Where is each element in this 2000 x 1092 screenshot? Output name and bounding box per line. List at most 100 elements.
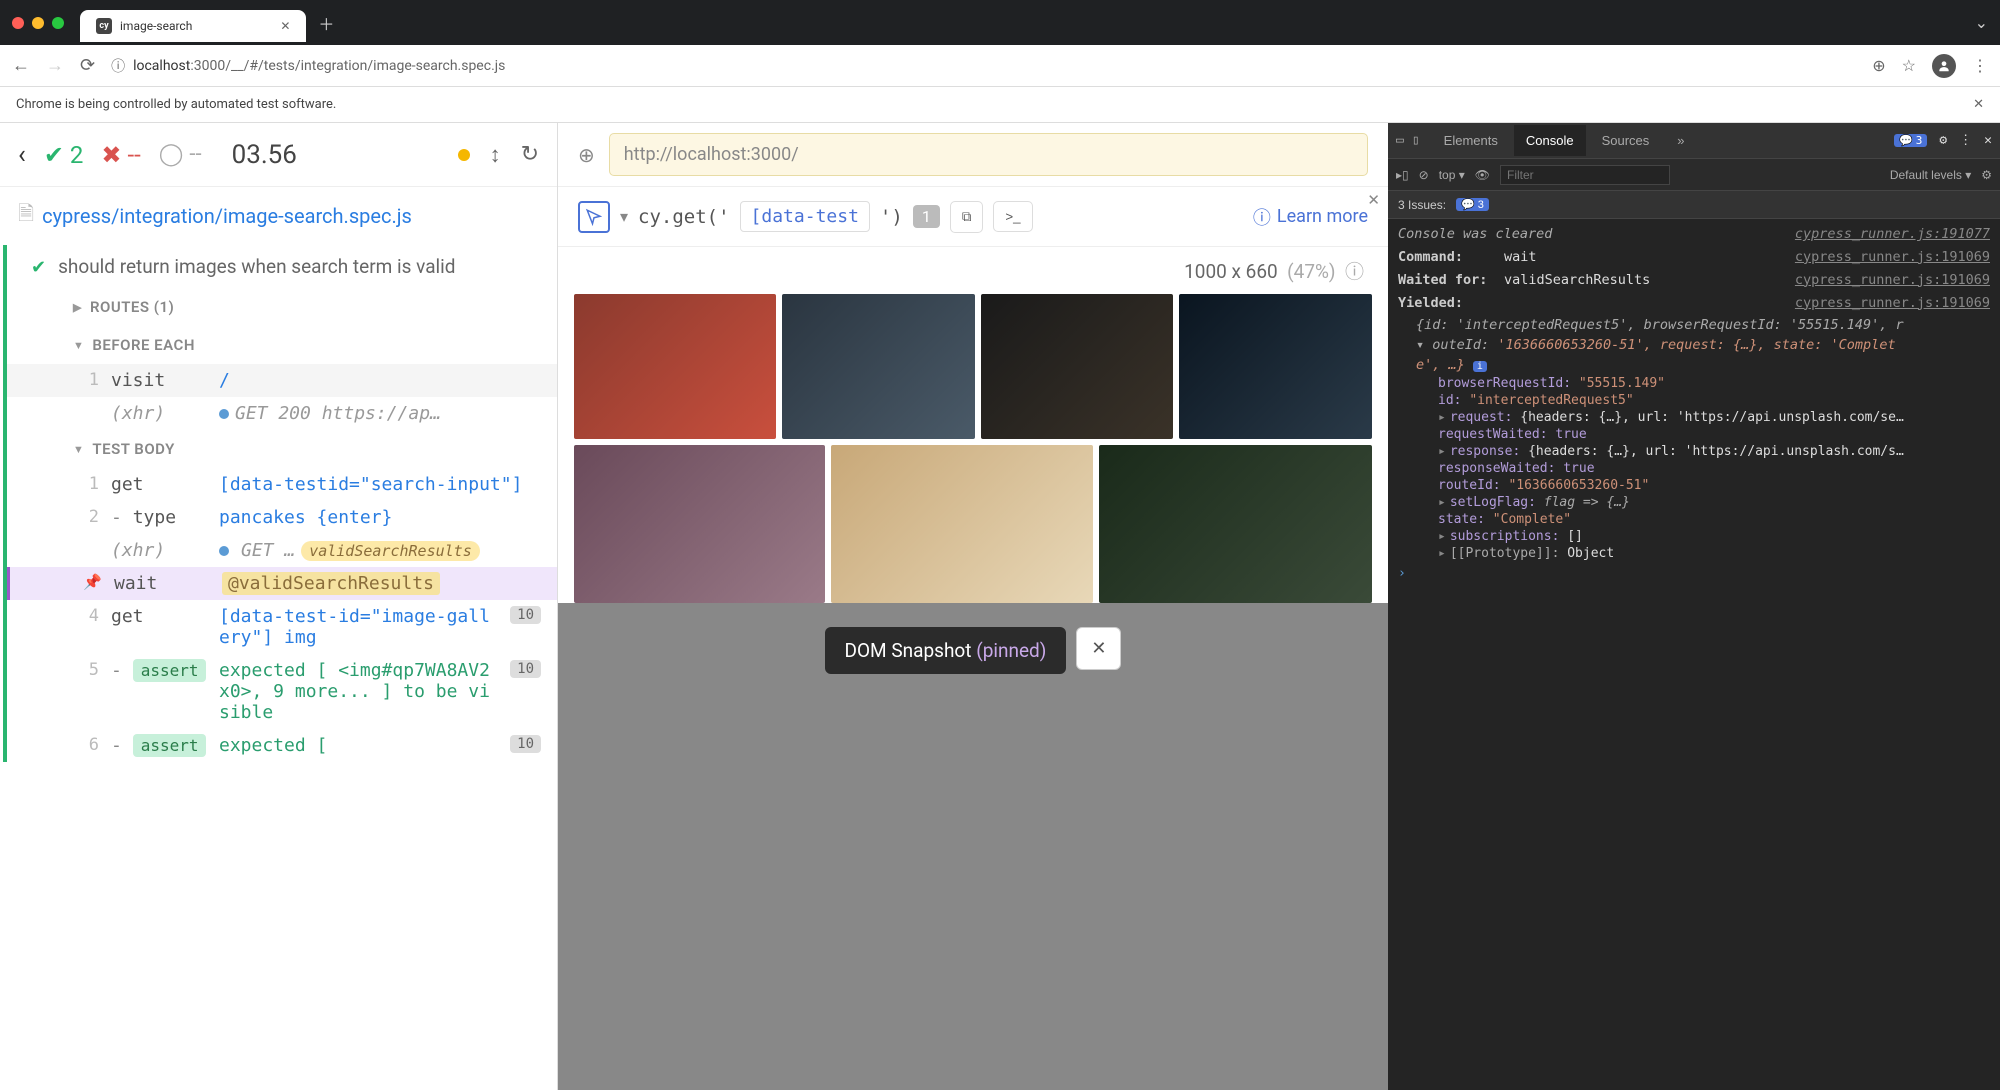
close-window-button[interactable] [12,17,24,29]
object-property[interactable]: ▸response: {headers: {…}, url: 'https://… [1388,443,2000,460]
command-assert[interactable]: 6 - assert expected [ 10 [7,729,557,762]
rerun-icon[interactable]: ↻ [521,142,539,167]
caret-down-icon: ▼ [73,443,84,456]
new-tab-button[interactable]: ＋ [318,11,334,35]
console-filter-bar: ▸▯ ⊘ top ▾ 👁 Default levels ▾ ⚙ [1388,159,2000,191]
settings-icon[interactable]: ⚙ [1939,133,1947,148]
address-bar[interactable]: ⓘ localhost:3000/__/#/tests/integration/… [111,56,505,76]
tabs-overflow-icon[interactable]: ⌄ [1975,13,1988,32]
object-property[interactable]: requestWaited: true [1388,426,2000,443]
device-toolbar-icon[interactable]: ▯ [1412,133,1420,148]
menu-icon[interactable]: ⋮ [1972,56,1988,75]
source-link[interactable]: cypress_runner.js:191069 [1795,294,1990,313]
auto-scroll-icon[interactable]: ↕ [490,142,501,168]
back-button[interactable]: ← [12,55,30,76]
selector-picker-icon[interactable] [578,201,610,233]
command-xhr[interactable]: (xhr) GET … validSearchResults [7,534,557,567]
command-type[interactable]: 2 - type pancakes {enter} [7,501,557,534]
minimize-window-button[interactable] [32,17,44,29]
command-get[interactable]: 4 get [data-test-id="image-gallery"] img… [7,600,557,654]
tab-elements[interactable]: Elements [1432,125,1510,156]
zoom-icon[interactable]: ⊕ [1872,56,1885,75]
image-gallery [558,294,1388,603]
bookmark-icon[interactable]: ☆ [1902,56,1916,75]
tab-console[interactable]: Console [1514,125,1586,156]
live-expression-icon[interactable]: 👁 [1475,168,1490,182]
back-icon[interactable]: ‹ [18,140,26,170]
reload-button[interactable]: ⟳ [80,55,95,76]
unpin-button[interactable]: ✕ [1076,627,1121,670]
copy-button[interactable]: ⧉ [950,201,984,233]
selector-playground: ▾ cy.get(' [data-test ') 1 ⧉ >_ ⓘLearn m… [558,187,1388,247]
command-xhr[interactable]: (xhr) GET 200 https://ap… [7,397,557,430]
console-settings-icon[interactable]: ⚙ [1981,168,1992,182]
console-message: Waited for: validSearchResults cypress_r… [1388,269,2000,292]
filter-input[interactable] [1500,165,1670,185]
tab-sources[interactable]: Sources [1590,125,1662,156]
console-object[interactable]: e', …} i [1388,355,2000,375]
source-link[interactable]: cypress_runner.js:191069 [1795,248,1990,267]
before-each-header[interactable]: ▼ BEFORE EACH [7,326,557,364]
command-assert[interactable]: 5 - assert expected [ <img#qp7WA8AV2x0>,… [7,654,557,729]
console-prompt[interactable]: › [1388,562,2000,585]
learn-more-link[interactable]: ⓘLearn more [1253,204,1368,230]
window-controls [12,17,64,29]
object-property[interactable]: ▸request: {headers: {…}, url: 'https://a… [1388,409,2000,426]
object-property[interactable]: responseWaited: true [1388,460,2000,477]
object-property[interactable]: ▸subscriptions: [] [1388,528,2000,545]
snapshot-label: DOM Snapshot (pinned) [825,627,1067,674]
object-property[interactable]: routeId: "1636660653260-51" [1388,477,2000,494]
browser-tab[interactable]: cy image-search ✕ [80,10,306,42]
caret-down-icon[interactable]: ▾ [620,207,628,226]
preview-url[interactable]: http://localhost:3000/ [609,133,1368,176]
close-icon[interactable]: ✕ [1973,97,1984,112]
forward-button[interactable]: → [46,55,64,76]
caret-right-icon: ▶ [73,301,82,314]
object-property[interactable]: ▸[[Prototype]]: Object [1388,545,2000,562]
clear-console-icon[interactable]: ⊘ [1419,168,1429,182]
caret-down-icon: ▼ [73,339,84,352]
print-to-console-button[interactable]: >_ [993,201,1032,232]
command-get[interactable]: 1 get [data-testid="search-input"] [7,468,557,501]
info-icon[interactable]: ⓘ [1345,260,1364,283]
object-property[interactable]: browserRequestId: "55515.149" [1388,375,2000,392]
selector-input[interactable]: [data-test [740,201,870,232]
source-link[interactable]: cypress_runner.js:191069 [1795,271,1990,290]
inspect-icon[interactable]: ▭ [1396,133,1404,148]
menu-icon[interactable]: ⋮ [1959,133,1972,148]
console-object[interactable]: ▾ outeId: '1636660653260-51', request: {… [1388,335,2000,355]
source-link[interactable]: cypress_runner.js:191077 [1795,225,1990,244]
browser-toolbar: ← → ⟳ ⓘ localhost:3000/__/#/tests/integr… [0,45,2000,87]
gallery-image [782,294,975,439]
test-body-header[interactable]: ▼ TEST BODY [7,430,557,468]
viewport-icon[interactable]: ⊕ [578,143,595,167]
sidebar-toggle-icon[interactable]: ▸▯ [1396,168,1409,182]
info-badge-icon[interactable]: i [1473,361,1487,372]
log-levels-selector[interactable]: Default levels ▾ [1890,168,1971,182]
test-title-row[interactable]: ✔ should return images when search term … [7,245,557,288]
browser-titlebar: cy image-search ✕ ＋ ⌄ [0,0,2000,45]
site-info-icon[interactable]: ⓘ [111,56,125,76]
context-selector[interactable]: top ▾ [1439,168,1465,182]
spec-file-path[interactable]: 🗎 cypress/integration/image-search.spec.… [0,187,557,245]
close-icon[interactable]: ✕ [1984,133,1992,148]
command-wait-pinned[interactable]: 📌 wait @validSearchResults [7,567,557,600]
url-path: :3000/__/#/tests/integration/image-searc… [190,58,505,74]
routes-header[interactable]: ▶ ROUTES (1) [7,288,557,326]
pin-icon: 📌 [82,573,102,591]
profile-avatar[interactable] [1932,54,1956,78]
more-tabs-icon[interactable]: » [1665,125,1696,156]
close-icon[interactable]: ✕ [1367,191,1380,209]
console-object[interactable]: {id: 'interceptedRequest5', browserReque… [1388,315,2000,335]
message-count-badge[interactable]: 💬3 [1894,134,1927,147]
object-property[interactable]: state: "Complete" [1388,511,2000,528]
close-icon[interactable]: ✕ [280,19,290,33]
object-property[interactable]: ▸setLogFlag: flag => {…} [1388,494,2000,511]
maximize-window-button[interactable] [52,17,64,29]
command-visit[interactable]: 1 visit / [7,364,557,397]
gallery-image [574,445,825,603]
object-property[interactable]: id: "interceptedRequest5" [1388,392,2000,409]
issues-bar[interactable]: 3 Issues: 💬3 [1388,191,2000,219]
preview-toolbar: ⊕ http://localhost:3000/ [558,123,1388,187]
tab-title: image-search [120,19,192,33]
